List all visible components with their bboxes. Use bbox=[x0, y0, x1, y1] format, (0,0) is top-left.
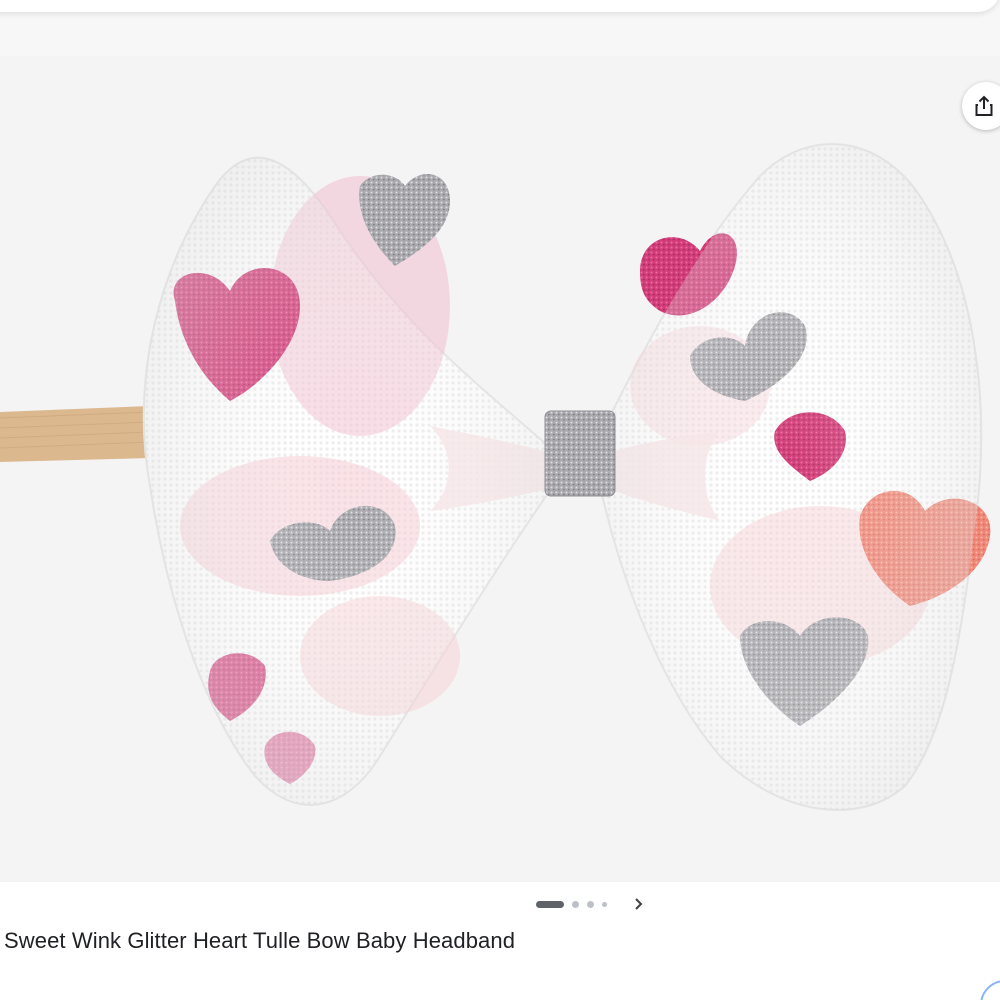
carousel-indicator[interactable] bbox=[536, 897, 607, 911]
search-bar-card[interactable] bbox=[0, 0, 1000, 12]
product-title[interactable]: Sweet Wink Glitter Heart Tulle Bow Baby … bbox=[4, 928, 515, 954]
next-image-button[interactable] bbox=[626, 892, 650, 916]
top-bar bbox=[0, 0, 1000, 56]
product-image-carousel[interactable] bbox=[0, 56, 1000, 882]
chevron-right-icon bbox=[635, 898, 643, 910]
carousel-dot[interactable] bbox=[602, 901, 607, 907]
product-image[interactable] bbox=[0, 56, 1000, 882]
product-page: Sweet Wink Glitter Heart Tulle Bow Baby … bbox=[0, 0, 1000, 1000]
carousel-dot[interactable] bbox=[572, 900, 579, 908]
share-icon bbox=[975, 95, 993, 116]
carousel-dot-active[interactable] bbox=[536, 900, 564, 908]
carousel-dot[interactable] bbox=[587, 900, 594, 908]
floating-action-button[interactable] bbox=[980, 980, 1000, 1000]
